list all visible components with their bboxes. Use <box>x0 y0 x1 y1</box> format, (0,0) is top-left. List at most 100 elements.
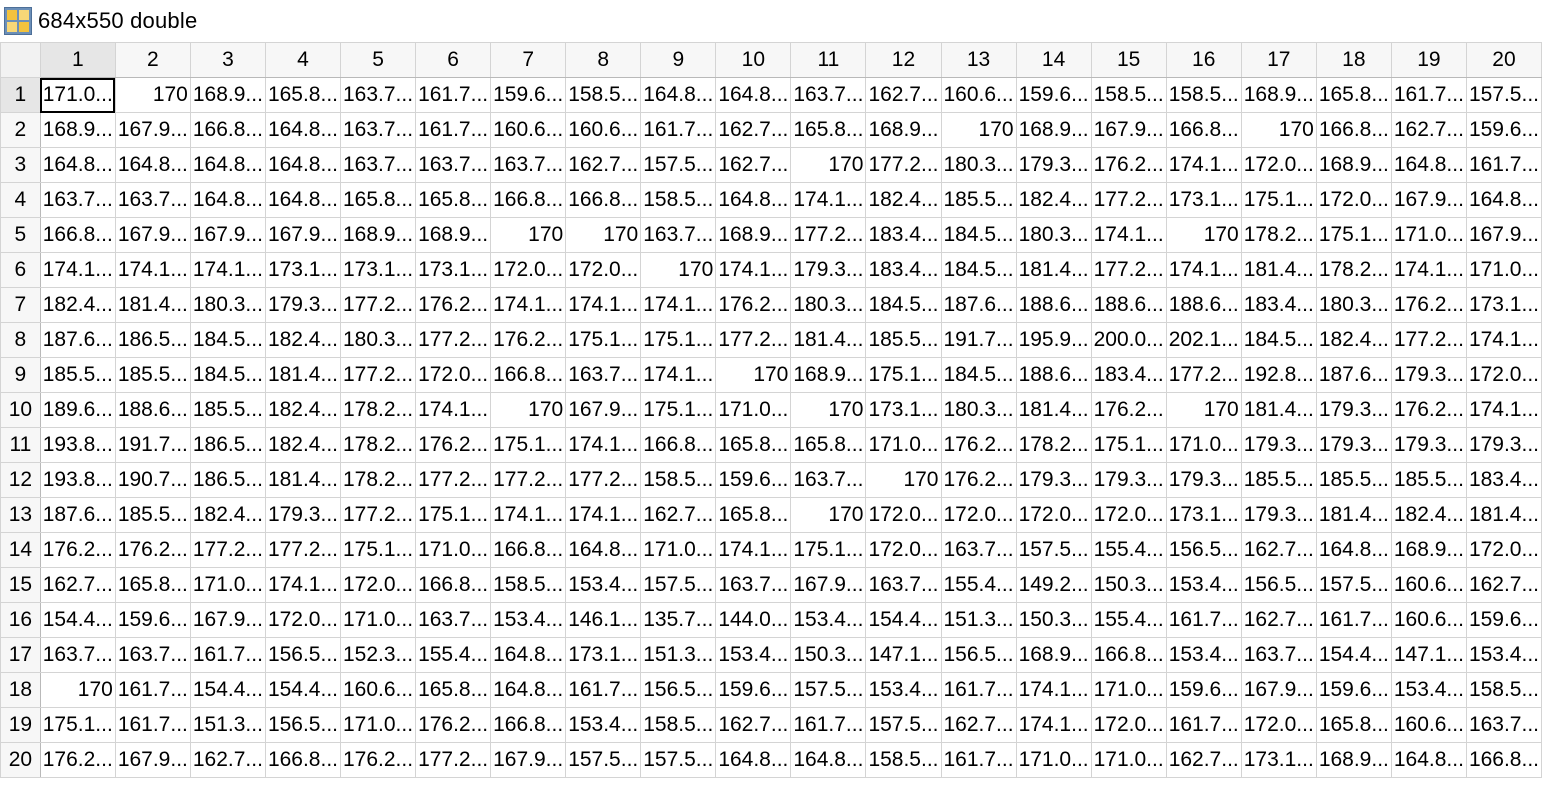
column-header-13[interactable]: 13 <box>940 42 1017 78</box>
table-cell[interactable]: 167.9... <box>114 217 191 253</box>
table-cell[interactable]: 159.6... <box>1315 672 1392 708</box>
table-cell[interactable]: 186.5... <box>114 322 191 358</box>
table-cell[interactable]: 179.3... <box>1015 147 1092 183</box>
table-cell[interactable]: 175.1... <box>640 392 717 428</box>
table-cell[interactable]: 187.6... <box>39 497 116 533</box>
table-cell[interactable]: 153.4... <box>565 707 642 743</box>
table-cell[interactable]: 177.2... <box>565 462 642 498</box>
table-cell[interactable]: 175.1... <box>490 427 567 463</box>
table-cell[interactable]: 163.7... <box>114 182 191 218</box>
table-cell[interactable]: 171.0... <box>640 532 717 568</box>
table-cell[interactable]: 176.2... <box>1090 392 1167 428</box>
table-cell[interactable]: 168.9... <box>865 112 942 148</box>
table-cell[interactable]: 161.7... <box>189 637 266 673</box>
table-cell[interactable]: 161.7... <box>114 707 191 743</box>
table-cell[interactable]: 159.6... <box>1465 112 1542 148</box>
table-cell[interactable]: 161.7... <box>415 77 492 113</box>
table-cell[interactable]: 154.4... <box>264 672 342 708</box>
table-cell[interactable]: 175.1... <box>640 322 717 358</box>
table-cell[interactable]: 166.8... <box>490 357 567 393</box>
table-cell[interactable]: 176.2... <box>715 287 792 323</box>
table-cell[interactable]: 174.1... <box>790 182 867 218</box>
table-cell[interactable]: 188.6... <box>1015 287 1092 323</box>
table-cell[interactable]: 165.8... <box>715 497 792 533</box>
table-cell[interactable]: 172.0... <box>865 497 942 533</box>
row-header-8[interactable]: 8 <box>0 322 41 358</box>
variable-editor-grid[interactable]: 1 2 3 4 5 6 7 8 9 10 11 12 13 14 15 16 17 18 19 20 1 171.0..… <box>0 42 1542 787</box>
table-cell[interactable]: 185.5... <box>940 182 1017 218</box>
table-cell[interactable]: 181.4... <box>1015 392 1092 428</box>
table-cell[interactable]: 171.0... <box>1390 217 1467 253</box>
table-cell[interactable]: 160.6... <box>490 112 567 148</box>
table-cell[interactable]: 172.0... <box>865 532 942 568</box>
table-cell[interactable]: 170 <box>39 672 116 708</box>
table-cell[interactable]: 172.0... <box>1090 707 1167 743</box>
table-cell[interactable]: 181.4... <box>1240 252 1317 288</box>
table-cell[interactable]: 184.5... <box>189 357 266 393</box>
table-cell[interactable]: 179.3... <box>1315 427 1392 463</box>
table-cell[interactable]: 181.4... <box>790 322 867 358</box>
table-cell[interactable]: 163.7... <box>1465 707 1542 743</box>
table-cell[interactable]: 174.1... <box>415 392 492 428</box>
table-cell[interactable]: 173.1... <box>264 252 342 288</box>
table-cell[interactable]: 161.7... <box>1165 707 1242 743</box>
table-cell[interactable]: 163.7... <box>790 77 867 113</box>
table-cell[interactable]: 180.3... <box>1315 287 1392 323</box>
table-cell[interactable]: 163.7... <box>39 637 116 673</box>
table-cell[interactable]: 166.8... <box>415 567 492 603</box>
table-cell[interactable]: 185.5... <box>1390 462 1467 498</box>
table-cell[interactable]: 185.5... <box>39 357 116 393</box>
table-cell[interactable]: 172.0... <box>415 357 492 393</box>
table-cell[interactable]: 167.9... <box>114 112 191 148</box>
table-cell[interactable]: 154.4... <box>189 672 266 708</box>
table-cell[interactable]: 157.5... <box>640 742 717 778</box>
table-cell[interactable]: 153.4... <box>715 637 792 673</box>
table-cell[interactable]: 178.2... <box>339 462 417 498</box>
table-cell[interactable]: 173.1... <box>415 252 492 288</box>
table-cell[interactable]: 174.1... <box>490 497 567 533</box>
table-cell[interactable]: 174.1... <box>114 252 191 288</box>
table-cell[interactable]: 156.5... <box>264 707 342 743</box>
table-cell[interactable]: 164.8... <box>264 147 342 183</box>
table-cell[interactable]: 158.5... <box>490 567 567 603</box>
table-cell[interactable]: 171.0... <box>39 77 116 113</box>
table-cell[interactable]: 174.1... <box>1390 252 1467 288</box>
table-cell[interactable]: 180.3... <box>940 392 1017 428</box>
table-cell[interactable]: 172.0... <box>565 252 642 288</box>
table-cell[interactable]: 158.5... <box>640 462 717 498</box>
table-cell[interactable]: 164.8... <box>189 147 266 183</box>
table-cell[interactable]: 170 <box>715 357 792 393</box>
table-cell[interactable]: 166.8... <box>1165 112 1242 148</box>
table-cell[interactable]: 167.9... <box>1240 672 1317 708</box>
table-cell[interactable]: 168.9... <box>1015 637 1092 673</box>
table-cell[interactable]: 153.4... <box>1165 567 1242 603</box>
table-cell[interactable]: 182.4... <box>264 392 342 428</box>
table-cell[interactable]: 151.3... <box>940 602 1017 638</box>
table-cell[interactable]: 150.3... <box>1090 567 1167 603</box>
table-cell[interactable]: 156.5... <box>1165 532 1242 568</box>
table-cell[interactable]: 164.8... <box>39 147 116 183</box>
table-cell[interactable]: 170 <box>790 147 867 183</box>
table-cell[interactable]: 174.1... <box>1465 392 1542 428</box>
row-header-7[interactable]: 7 <box>0 287 41 323</box>
table-cell[interactable]: 177.2... <box>790 217 867 253</box>
table-cell[interactable]: 150.3... <box>790 637 867 673</box>
row-header-11[interactable]: 11 <box>0 427 41 463</box>
table-cell[interactable]: 167.9... <box>189 602 266 638</box>
table-cell[interactable]: 166.8... <box>1315 112 1392 148</box>
table-cell[interactable]: 174.1... <box>640 357 717 393</box>
table-cell[interactable]: 170 <box>1240 112 1317 148</box>
table-cell[interactable]: 167.9... <box>565 392 642 428</box>
table-cell[interactable]: 158.5... <box>640 707 717 743</box>
table-cell[interactable]: 175.1... <box>565 322 642 358</box>
table-cell[interactable]: 187.6... <box>940 287 1017 323</box>
table-cell[interactable]: 178.2... <box>339 392 417 428</box>
table-cell[interactable]: 179.3... <box>1015 462 1092 498</box>
table-cell[interactable]: 155.4... <box>1090 602 1167 638</box>
table-cell[interactable]: 182.4... <box>39 287 116 323</box>
table-cell[interactable]: 174.1... <box>640 287 717 323</box>
table-cell[interactable]: 162.7... <box>715 707 792 743</box>
column-header-1[interactable]: 1 <box>39 42 116 78</box>
table-cell[interactable]: 172.0... <box>490 252 567 288</box>
table-cell[interactable]: 153.4... <box>490 602 567 638</box>
